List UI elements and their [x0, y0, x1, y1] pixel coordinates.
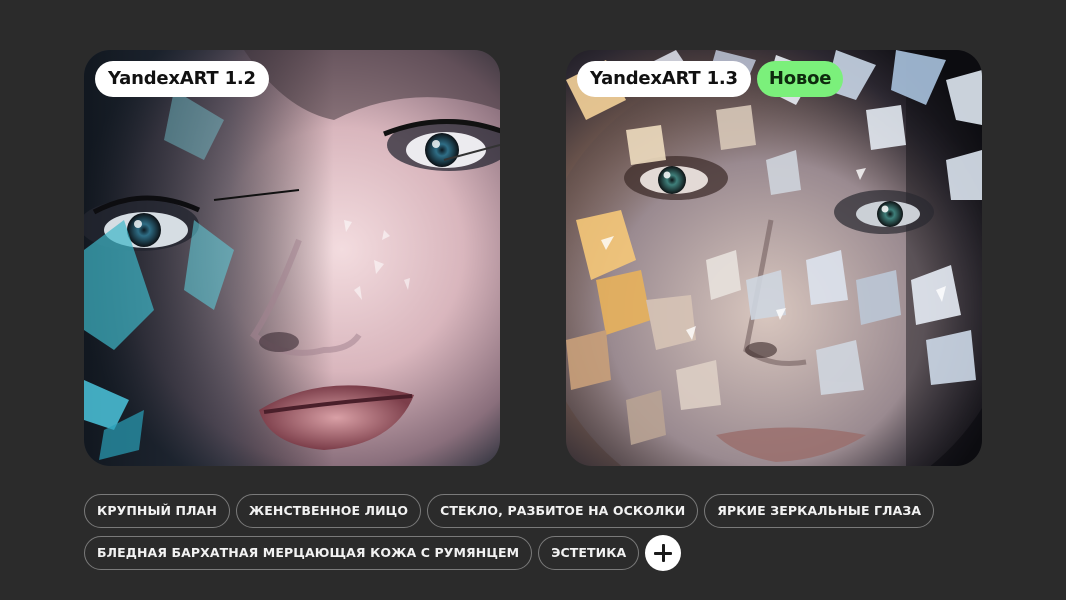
model-version-badge: YandexART 1.2 — [95, 61, 269, 97]
prompt-tag[interactable]: БЛЕДНАЯ БАРХАТНАЯ МЕРЦАЮЩАЯ КОЖА С РУМЯН… — [84, 536, 533, 570]
prompt-tags-row-1: КРУПНЫЙ ПЛАН ЖЕНСТВЕННОЕ ЛИЦО СТЕКЛО, РА… — [84, 494, 984, 528]
generated-portrait-image — [84, 50, 500, 466]
prompt-tag[interactable]: ЯРКИЕ ЗЕРКАЛЬНЫЕ ГЛАЗА — [704, 494, 935, 528]
prompt-tags-row-2: БЛЕДНАЯ БАРХАТНАЯ МЕРЦАЮЩАЯ КОЖА С РУМЯН… — [84, 535, 984, 571]
generated-image-card-v13[interactable]: YandexART 1.3 Новое — [566, 50, 982, 466]
prompt-tag[interactable]: СТЕКЛО, РАЗБИТОЕ НА ОСКОЛКИ — [427, 494, 699, 528]
prompt-tags: КРУПНЫЙ ПЛАН ЖЕНСТВЕННОЕ ЛИЦО СТЕКЛО, РА… — [84, 494, 984, 578]
prompt-tag[interactable]: ЖЕНСТВЕННОЕ ЛИЦО — [235, 494, 422, 528]
comparison-stage: YandexART 1.2 YandexART 1.3 Новое КРУПНЫ… — [0, 0, 1066, 600]
new-badge: Новое — [756, 61, 844, 97]
model-badge-row: YandexART 1.2 — [95, 61, 269, 97]
prompt-tag[interactable]: КРУПНЫЙ ПЛАН — [84, 494, 230, 528]
model-badge-row: YandexART 1.3 Новое — [577, 61, 844, 97]
generated-image-card-v12[interactable]: YandexART 1.2 — [84, 50, 500, 466]
prompt-tag[interactable]: ЭСТЕТИКА — [538, 536, 640, 570]
add-tag-button[interactable] — [645, 535, 682, 571]
generated-portrait-image — [566, 50, 982, 466]
model-version-badge: YandexART 1.3 — [577, 61, 751, 97]
